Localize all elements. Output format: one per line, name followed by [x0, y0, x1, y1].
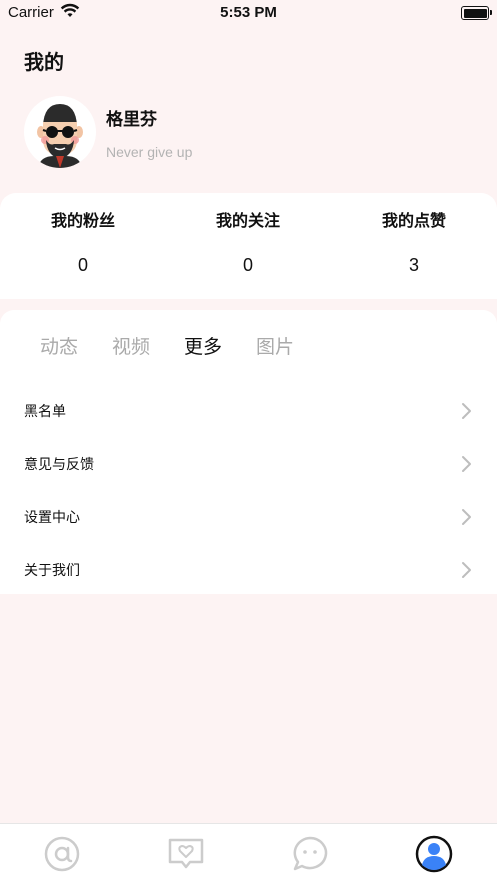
username: 格里芬	[106, 110, 157, 130]
chevron-right-icon	[462, 509, 471, 525]
heart-message-icon	[168, 838, 204, 869]
avatar[interactable]	[24, 96, 96, 168]
tab-dynamic[interactable]: 动态	[40, 332, 78, 359]
at-sign-icon	[44, 836, 80, 872]
chevron-right-icon	[462, 562, 471, 578]
bottom-tab-bar	[0, 823, 497, 884]
tabbar-messages[interactable]	[166, 834, 206, 874]
stat-label: 我的粉丝	[50, 211, 115, 230]
tab-more[interactable]: 更多	[184, 332, 222, 359]
menu-item-label: 意见与反馈	[24, 457, 94, 473]
menu-item-about[interactable]: 关于我们	[0, 543, 497, 596]
avatar-illustration	[37, 104, 83, 168]
menu-item-label: 设置中心	[24, 510, 80, 526]
stat-value: 0	[242, 255, 253, 275]
menu-item-feedback[interactable]: 意见与反馈	[0, 437, 497, 490]
menu-item-settings[interactable]: 设置中心	[0, 490, 497, 543]
stat-value: 0	[77, 255, 88, 275]
status-bar: Carrier 5:53 PM	[0, 0, 497, 26]
tabbar-profile[interactable]	[414, 834, 454, 874]
chat-bubble-icon	[293, 836, 328, 871]
page-title: 我的	[24, 50, 64, 74]
stats-card: 我的粉丝 0 我的关注 0 我的点赞 3	[0, 193, 497, 299]
menu-item-label: 黑名单	[24, 404, 66, 420]
tabbar-chat[interactable]	[290, 834, 330, 874]
battery-icon	[461, 6, 492, 20]
profile-motto: Never give up	[106, 144, 193, 160]
tab-bar-content: 动态 视频 更多 图片	[0, 332, 497, 364]
menu-card: 动态 视频 更多 图片 黑名单 意见与反馈 设置中心 关于我们	[0, 310, 497, 594]
profile-icon	[415, 835, 453, 873]
clock: 5:53 PM	[220, 4, 277, 21]
tab-video[interactable]: 视频	[112, 332, 150, 359]
stat-label: 我的关注	[215, 211, 280, 230]
tabbar-at[interactable]	[42, 834, 82, 874]
menu-item-label: 关于我们	[24, 563, 80, 579]
stat-label: 我的点赞	[381, 211, 446, 230]
tab-pictures[interactable]: 图片	[256, 332, 294, 359]
stat-value: 3	[408, 255, 419, 275]
chevron-right-icon	[462, 456, 471, 472]
chevron-right-icon	[462, 403, 471, 419]
menu-item-blacklist[interactable]: 黑名单	[0, 384, 497, 437]
